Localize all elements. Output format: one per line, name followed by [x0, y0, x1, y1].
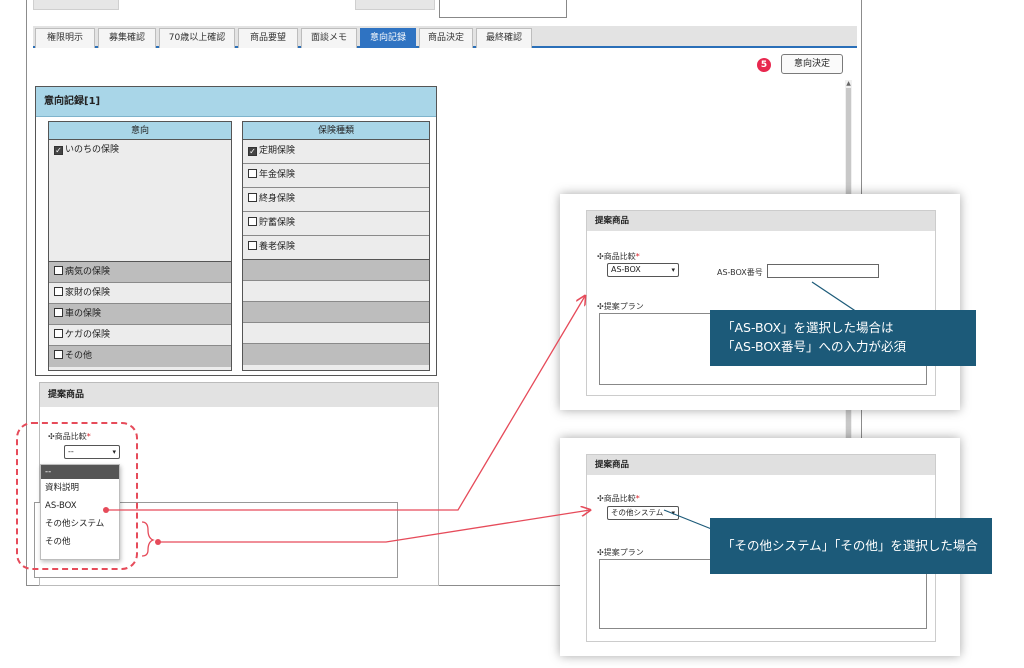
- intent-item-kega[interactable]: ケガの保険: [49, 325, 231, 346]
- tab-saishu-kakunin[interactable]: 最終確認: [476, 28, 532, 48]
- card2-title: 提案商品: [587, 455, 935, 475]
- chevron-down-icon: ▾: [671, 266, 675, 274]
- checkbox-checked-icon[interactable]: ✓: [248, 147, 257, 156]
- card1-panel: 提案商品 ✣商品比較* AS-BOX ▾ AS-BOX番号 ✣提案プラン: [586, 210, 936, 396]
- card1-compare-label: ✣商品比較*: [597, 251, 640, 262]
- intent-item-kuruma[interactable]: 車の保険: [49, 304, 231, 325]
- required-mark: *: [635, 252, 640, 261]
- tab-70-over[interactable]: 70歳以上確認: [159, 28, 235, 48]
- compare-label-text: ✣商品比較: [597, 494, 636, 503]
- intent-item-label: いのちの保険: [65, 145, 120, 155]
- insurance-column-header: 保険種類: [243, 122, 429, 140]
- insurance-empty-row: [243, 323, 429, 344]
- checkbox-icon[interactable]: [54, 266, 63, 275]
- top-input-field[interactable]: [439, 0, 567, 18]
- intent-item-kazai[interactable]: 家財の保険: [49, 283, 231, 304]
- card1-plan-label: ✣提案プラン: [597, 302, 644, 311]
- intent-record-panel: 意向記録[1] 意向 ✓ いのちの保険 病気の保険 家財の保険 車の保険 ケガの保…: [35, 86, 437, 376]
- card2-select-value: その他システム: [611, 508, 664, 517]
- asbox-callout: 「AS-BOX」を選択した場合は 「AS-BOX番号」への入力が必須: [710, 310, 976, 366]
- tab-iko-kiroku[interactable]: 意向記録: [360, 28, 416, 48]
- insurance-empty-row: [243, 260, 429, 281]
- intent-panel-title: 意向記録[1]: [36, 87, 436, 117]
- tab-shohin-kettei[interactable]: 商品決定: [419, 28, 473, 48]
- intent-item-label: 車の保険: [65, 309, 102, 319]
- insurance-empty-row: [243, 344, 429, 365]
- checkbox-icon[interactable]: [248, 217, 257, 226]
- card1-select-value: AS-BOX: [611, 265, 641, 274]
- asbox-callout-line2: 「AS-BOX番号」への入力が必須: [722, 339, 907, 354]
- intent-item-byoki[interactable]: 病気の保険: [49, 262, 231, 283]
- checkbox-icon[interactable]: [248, 193, 257, 202]
- insurance-item-teiki[interactable]: ✓ 定期保険: [243, 140, 429, 164]
- insurance-item-shushin[interactable]: 終身保険: [243, 188, 429, 212]
- insurance-empty-row: [243, 302, 429, 323]
- scroll-up-icon[interactable]: ▲: [845, 80, 852, 87]
- tab-mendan-memo[interactable]: 面談メモ: [301, 28, 357, 48]
- checkbox-checked-icon[interactable]: ✓: [54, 146, 63, 155]
- asbox-number-label: AS-BOX番号: [717, 268, 763, 277]
- other-system-callout: 「その他システム」「その他」を選択した場合: [710, 518, 992, 574]
- intent-item-label: 病気の保険: [65, 267, 111, 277]
- insurance-item-yoro[interactable]: 養老保険: [243, 236, 429, 260]
- chevron-down-icon: ▾: [671, 509, 675, 517]
- other-system-callout-text: 「その他システム」「その他」を選択した場合: [722, 538, 978, 553]
- tab-kengen-meiji[interactable]: 権限明示: [35, 28, 95, 48]
- insurance-item-label: 貯蓄保険: [259, 218, 296, 228]
- intent-column-header: 意向: [49, 122, 231, 140]
- checkbox-icon[interactable]: [248, 241, 257, 250]
- insurance-type-column: 保険種類 ✓ 定期保険 年金保険 終身保険 貯蓄保険 養老保険: [242, 121, 430, 371]
- insurance-empty-row: [243, 281, 429, 302]
- required-mark: *: [635, 494, 640, 503]
- card1-compare-select[interactable]: AS-BOX ▾: [607, 263, 679, 277]
- checkbox-icon[interactable]: [54, 329, 63, 338]
- top-fields: [27, 0, 861, 20]
- asbox-example-card: 提案商品 ✣商品比較* AS-BOX ▾ AS-BOX番号 ✣提案プラン: [560, 194, 960, 410]
- intent-decision-button[interactable]: 意向決定: [781, 54, 843, 74]
- card2-plan-label: ✣提案プラン: [597, 548, 644, 557]
- intent-item-label: 家財の保険: [65, 288, 111, 298]
- insurance-item-label: 終身保険: [259, 194, 296, 204]
- intent-item-inochi[interactable]: ✓ いのちの保険: [49, 140, 231, 262]
- insurance-item-label: 定期保険: [259, 146, 296, 156]
- insurance-item-nenkin[interactable]: 年金保険: [243, 164, 429, 188]
- dropdown-highlight: [16, 422, 138, 570]
- insurance-item-chochiku[interactable]: 貯蓄保険: [243, 212, 429, 236]
- intent-column: 意向 ✓ いのちの保険 病気の保険 家財の保険 車の保険 ケガの保険 その他: [48, 121, 232, 371]
- intent-item-sonota[interactable]: その他: [49, 346, 231, 367]
- asbox-number-input[interactable]: [767, 264, 879, 278]
- intent-item-label: ケガの保険: [65, 330, 111, 340]
- step-badge: 5: [757, 58, 771, 72]
- tab-shohin-yobo[interactable]: 商品要望: [238, 28, 298, 48]
- top-field-label-2: [355, 0, 435, 10]
- card1-title: 提案商品: [587, 211, 935, 231]
- checkbox-icon[interactable]: [54, 308, 63, 317]
- asbox-callout-line1: 「AS-BOX」を選択した場合は: [722, 320, 894, 335]
- top-field-label-1: [33, 0, 119, 10]
- card2-compare-select[interactable]: その他システム ▾: [607, 506, 679, 520]
- insurance-item-label: 養老保険: [259, 242, 296, 252]
- checkbox-icon[interactable]: [54, 350, 63, 359]
- intent-item-label: その他: [65, 351, 93, 361]
- compare-label-text: ✣商品比較: [597, 252, 636, 261]
- tab-strip: 権限明示 募集確認 70歳以上確認 商品要望 面談メモ 意向記録 商品決定 最終…: [33, 26, 857, 48]
- proposal-panel-title: 提案商品: [40, 383, 438, 407]
- tab-boshu-kakunin[interactable]: 募集確認: [98, 28, 156, 48]
- checkbox-icon[interactable]: [54, 287, 63, 296]
- card2-compare-label: ✣商品比較*: [597, 493, 640, 504]
- insurance-item-label: 年金保険: [259, 170, 296, 180]
- checkbox-icon[interactable]: [248, 169, 257, 178]
